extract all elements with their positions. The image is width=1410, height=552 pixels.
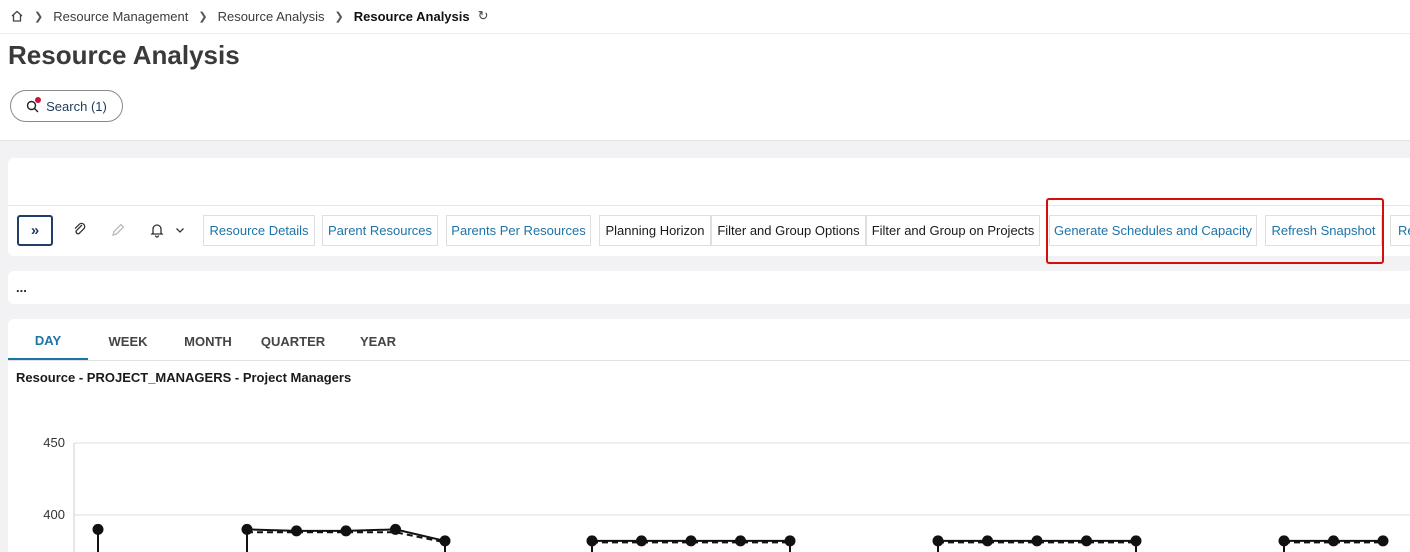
filter-group-options-button[interactable]: Filter and Group Options	[711, 215, 866, 246]
header-divider	[0, 33, 1410, 34]
breadcrumb: ❯ Resource Management ❯ Resource Analysi…	[10, 6, 489, 26]
tabs-divider	[8, 360, 1410, 361]
edit-pencil-icon[interactable]	[110, 222, 126, 238]
highlight-box	[1046, 198, 1384, 264]
data-point	[1081, 535, 1092, 547]
data-point	[784, 535, 796, 547]
data-point	[685, 535, 697, 547]
data-point	[1377, 535, 1389, 547]
breadcrumb-current: Resource Analysis	[353, 8, 470, 24]
attachment-icon[interactable]	[72, 222, 88, 238]
page-title: Resource Analysis	[8, 40, 240, 70]
breadcrumb-item-resource-analysis[interactable]: Resource Analysis	[218, 9, 325, 24]
chevron-right-icon: ❯	[198, 10, 208, 23]
search-button[interactable]: Search (1)	[10, 90, 123, 122]
home-icon[interactable]	[10, 9, 24, 23]
data-point	[92, 523, 104, 535]
parents-per-resources-button[interactable]: Parents Per Resources	[446, 215, 591, 246]
chart-title: Resource - PROJECT_MANAGERS - Project Ma…	[16, 370, 352, 385]
search-badge-dot	[35, 97, 42, 103]
tab-day[interactable]: DAY	[8, 322, 88, 360]
data-point	[982, 535, 993, 547]
search-icon	[26, 97, 42, 113]
breadcrumb-item-resource-management[interactable]: Resource Management	[53, 9, 188, 24]
data-point	[735, 535, 746, 547]
data-point	[291, 525, 302, 537]
tab-week[interactable]: WEEK	[88, 322, 168, 360]
y-tick-label: 400	[43, 507, 65, 522]
data-point	[1328, 535, 1339, 547]
chevron-down-icon[interactable]	[172, 222, 188, 238]
data-point	[636, 535, 647, 547]
data-point	[340, 525, 352, 537]
tab-quarter[interactable]: QUARTER	[248, 322, 338, 360]
page-header: ❯ Resource Management ❯ Resource Analysi…	[0, 0, 1410, 141]
chevron-right-icon: ❯	[34, 10, 44, 23]
data-point	[586, 535, 598, 547]
period-tabs: DAY WEEK MONTH QUARTER YEAR	[8, 322, 418, 360]
chevron-right-icon: ❯	[334, 10, 344, 23]
bell-icon[interactable]	[149, 222, 165, 238]
tab-month[interactable]: MONTH	[168, 322, 248, 360]
data-point	[1278, 535, 1290, 547]
resource-chart: 450 400	[43, 435, 1410, 552]
filter-summary-text[interactable]: ...	[16, 280, 27, 295]
data-point	[932, 535, 944, 547]
resource-details-button[interactable]: Resource Details	[203, 215, 315, 246]
planning-horizon-button[interactable]: Planning Horizon	[599, 215, 711, 246]
parent-resources-button[interactable]: Parent Resources	[322, 215, 438, 246]
data-point	[1130, 535, 1142, 547]
filter-summary-panel	[8, 271, 1410, 304]
truncated-toolbar-button[interactable]: Re	[1390, 215, 1410, 246]
expand-sidebar-button[interactable]: »	[17, 215, 53, 246]
tab-year[interactable]: YEAR	[338, 322, 418, 360]
search-label: Search (1)	[46, 98, 107, 114]
filter-group-projects-button[interactable]: Filter and Group on Projects	[866, 215, 1040, 246]
data-point	[1031, 535, 1043, 547]
y-tick-label: 450	[43, 435, 65, 450]
refresh-icon[interactable]: ↻	[478, 8, 489, 24]
